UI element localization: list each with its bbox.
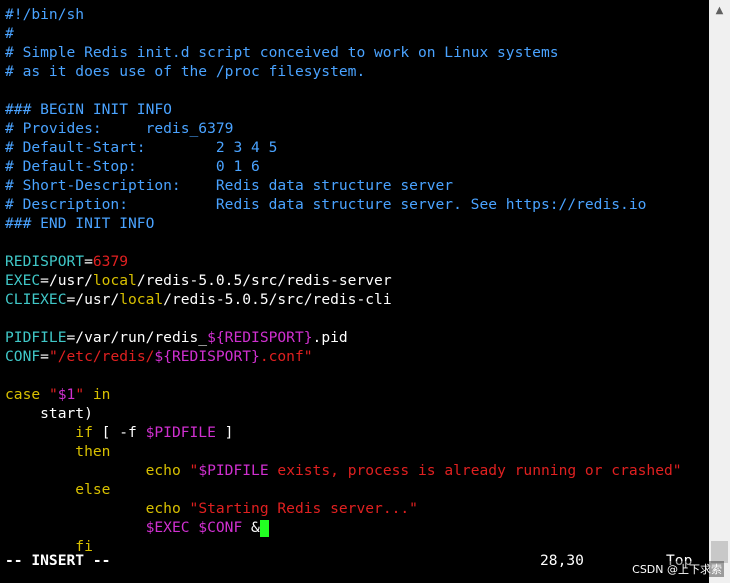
code-line: # Short-Description: Redis data structur…: [5, 176, 453, 195]
code-line: $EXEC $CONF &: [5, 518, 269, 537]
code-line: # Description: Redis data structure serv…: [5, 195, 646, 214]
code-token: =/usr/: [66, 291, 120, 308]
code-line: if [ -f $PIDFILE ]: [5, 423, 233, 442]
code-token: CONF: [5, 348, 41, 365]
code-token: $PIDFILE: [145, 424, 216, 441]
code-token: /redis-5.0.5/src/redis-cli: [163, 291, 392, 308]
code-line: CONF="/etc/redis/${REDISPORT}.conf": [5, 347, 313, 366]
code-line: echo "$PIDFILE exists, process is alread…: [5, 461, 682, 480]
terminal-window[interactable]: #!/bin/sh # # Simple Redis init.d script c…: [0, 0, 709, 583]
vertical-scrollbar[interactable]: ▲: [709, 0, 730, 583]
code-token: # Short-Description: Redis data structur…: [5, 177, 454, 194]
code-token: "/etc/redis/: [48, 348, 155, 365]
code-token: ": [75, 386, 85, 403]
text-cursor: [259, 519, 269, 537]
code-token: echo: [145, 500, 190, 517]
code-line: EXEC=/usr/local/redis-5.0.5/src/redis-se…: [5, 271, 392, 290]
code-token: ": [48, 386, 58, 403]
code-token: REDISPORT: [5, 253, 85, 270]
code-token: start): [5, 405, 93, 422]
code-token: $1: [57, 386, 76, 403]
code-token: exists, process is already running or cr…: [268, 462, 682, 479]
code-line: CLIEXEC=/usr/local/redis-5.0.5/src/redis…: [5, 290, 392, 309]
code-line: # Provides: redis_6379: [5, 119, 233, 138]
code-token: [ -f: [92, 424, 146, 441]
code-line: # Default-Stop: 0 1 6: [5, 157, 260, 176]
code-token: "Starting Redis server...": [189, 500, 418, 517]
code-token: =/usr/: [40, 272, 93, 289]
code-token: # Default-Stop: 0 1 6: [5, 158, 260, 175]
code-token: .conf": [259, 348, 313, 365]
code-line: # Simple Redis init.d script conceived t…: [5, 43, 559, 62]
code-line: else: [5, 480, 110, 499]
code-token: 6379: [92, 253, 129, 270]
code-token: then: [75, 443, 111, 460]
code-line: start): [5, 404, 93, 423]
code-token: # Default-Start: 2 3 4 5: [5, 139, 278, 156]
code-line: REDISPORT=6379: [5, 252, 128, 271]
code-token: CLIEXEC: [5, 291, 67, 308]
code-token: # Simple Redis init.d script conceived t…: [5, 44, 559, 61]
code-token: ${REDISPORT}: [154, 348, 260, 365]
code-token: ### BEGIN INIT INFO: [5, 101, 172, 118]
code-token: ### END INIT INFO: [5, 215, 155, 232]
code-token: # Provides: redis_6379: [5, 120, 234, 137]
code-token: =/var/run/redis_: [66, 329, 208, 346]
code-line: PIDFILE=/var/run/redis_${REDISPORT}.pid: [5, 328, 348, 347]
code-line: ### END INIT INFO: [5, 214, 154, 233]
code-token: case: [5, 386, 49, 403]
code-token: ": [189, 462, 199, 479]
code-token: $PIDFILE: [198, 462, 269, 479]
code-token: if: [75, 424, 93, 441]
code-line: then: [5, 442, 110, 461]
code-token: .pid: [312, 329, 348, 346]
code-token: ]: [215, 424, 234, 441]
code-token: PIDFILE: [5, 329, 67, 346]
code-token: &: [242, 519, 260, 536]
code-token: =: [84, 253, 93, 270]
code-token: else: [75, 481, 111, 498]
scroll-up-arrow-icon[interactable]: ▲: [709, 0, 730, 21]
code-token: #: [5, 25, 14, 42]
code-line: # Default-Start: 2 3 4 5: [5, 138, 277, 157]
code-line: ### BEGIN INIT INFO: [5, 100, 172, 119]
code-line: # as it does use of the /proc filesystem…: [5, 62, 365, 81]
code-token: ${REDISPORT}: [207, 329, 313, 346]
code-token: echo: [145, 462, 190, 479]
code-token: # Description: Redis data structure serv…: [5, 196, 647, 213]
code-token: $EXEC $CONF: [145, 519, 243, 536]
code-token: local: [119, 291, 164, 308]
watermark: CSDN @上下求索: [630, 561, 724, 577]
cursor-position: 28,30: [540, 552, 584, 569]
code-token: #!/bin/sh: [5, 6, 85, 23]
code-line: echo "Starting Redis server...": [5, 499, 418, 518]
code-token: # as it does use of the /proc filesystem…: [5, 63, 366, 80]
vim-mode-indicator: -- INSERT --: [5, 552, 111, 569]
code-line: #!/bin/sh: [5, 5, 84, 24]
code-line: case "$1" in: [5, 385, 110, 404]
code-token: =: [40, 348, 49, 365]
code-token: local: [92, 272, 137, 289]
code-token: /redis-5.0.5/src/redis-server: [136, 272, 392, 289]
code-line: #: [5, 24, 14, 43]
code-token: EXEC: [5, 272, 41, 289]
code-token: in: [84, 386, 111, 403]
scrollbar-thumb[interactable]: [711, 541, 728, 563]
